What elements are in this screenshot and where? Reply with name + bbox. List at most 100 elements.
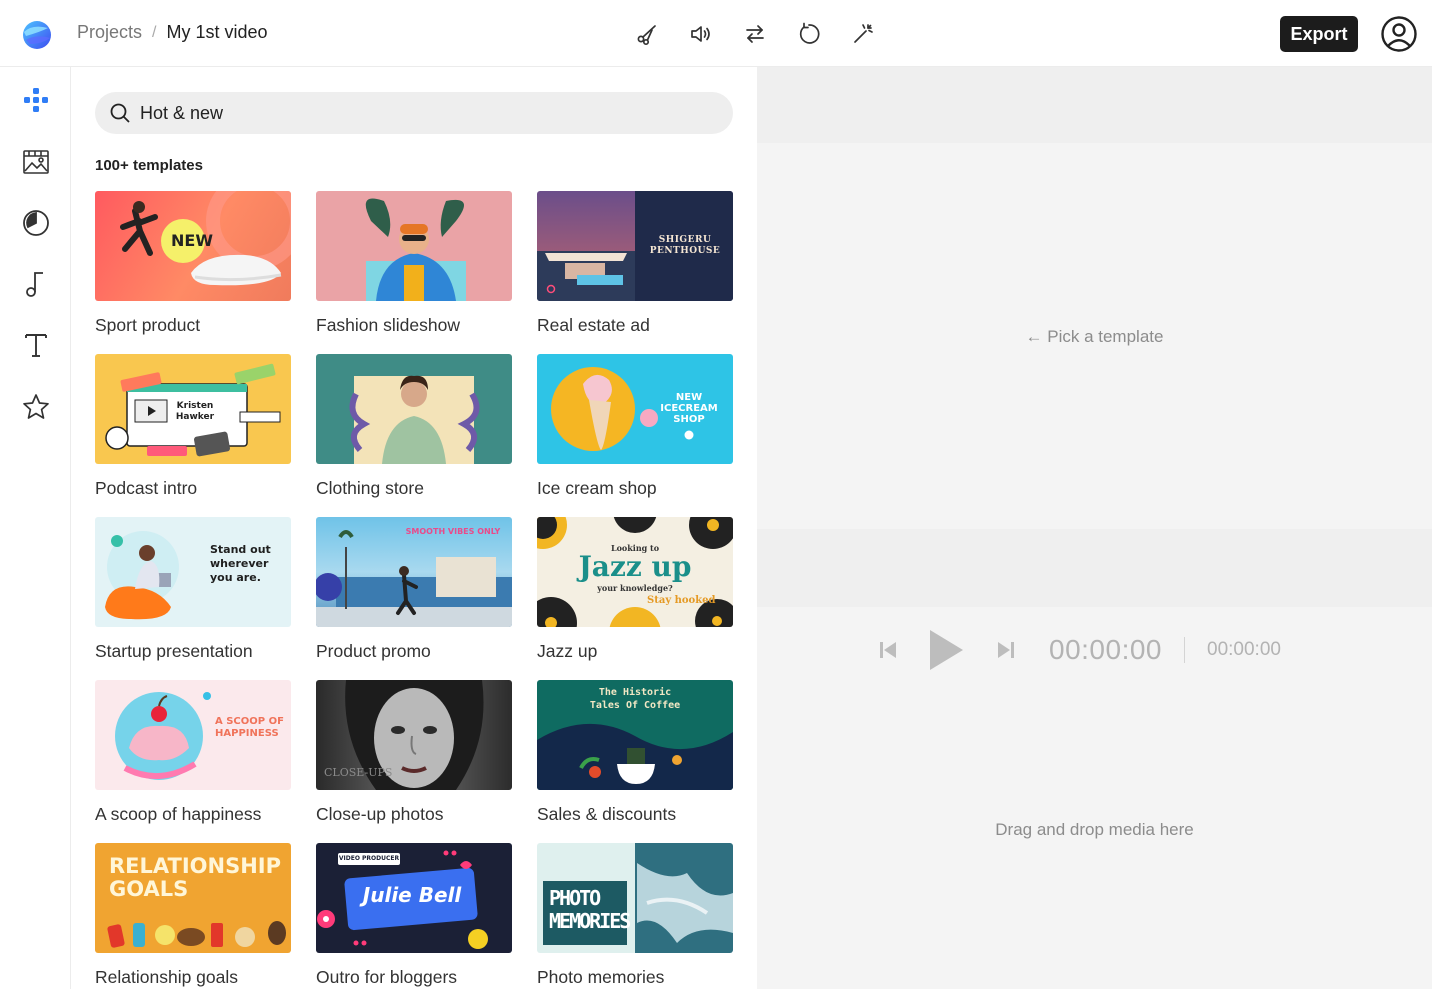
template-search[interactable] — [95, 92, 733, 134]
template-thumbnail: CLOSE-UPS — [316, 680, 512, 790]
play-button[interactable] — [927, 628, 965, 672]
skip-back-button[interactable] — [877, 639, 899, 661]
export-button[interactable]: Export — [1280, 16, 1358, 52]
template-card-scoop-of-happiness[interactable]: A SCOOP OF HAPPINESS A scoop of happines… — [95, 680, 291, 843]
template-card-product-promo[interactable]: SMOOTH VIBES ONLY Product promo — [316, 517, 512, 680]
stickers-icon — [23, 210, 49, 236]
fashion-artwork — [365, 198, 466, 301]
template-label: Real estate ad — [537, 315, 650, 335]
jazz-thumb-sub: your knowledge? — [597, 583, 673, 593]
volume-icon — [691, 26, 710, 42]
template-label: Fashion slideshow — [316, 315, 460, 335]
relationship-thumb-text: RELATIONSHIP GOALS — [109, 854, 281, 901]
realestate-thumb-text: SHIGERU PENTHOUSE — [649, 235, 721, 256]
template-card-startup-presentation[interactable]: Stand out wherever you are. Startup pres… — [95, 517, 291, 680]
skip-back-icon — [880, 642, 896, 658]
search-input[interactable] — [140, 102, 700, 124]
jazz-thumb-tag: Stay hooked — [647, 595, 716, 606]
magic-button[interactable] — [844, 16, 882, 52]
swap-icon — [746, 25, 764, 43]
edit-toolbar — [628, 16, 882, 52]
left-rail — [0, 67, 71, 989]
time-divider — [1184, 637, 1185, 663]
template-thumbnail — [316, 354, 512, 464]
skip-forward-button[interactable] — [995, 639, 1017, 661]
top-bar: Projects / My 1st video Export — [0, 0, 1432, 67]
template-thumbnail: NEW — [95, 191, 291, 301]
breadcrumb-separator: / — [152, 23, 157, 41]
template-thumbnail: VIDEO PRODUCER Julie Bell — [316, 843, 512, 953]
template-card-podcast-intro[interactable]: Kristen Hawker Podcast intro — [95, 354, 291, 517]
text-icon — [25, 334, 47, 357]
template-label: Sport product — [95, 315, 201, 335]
sales-thumb-text: The Historic Tales Of Coffee — [589, 687, 681, 711]
template-card-jazz-up[interactable]: Looking to Jazz up your knowledge? Stay … — [537, 517, 733, 680]
volume-button[interactable] — [682, 16, 720, 52]
rail-media[interactable] — [18, 144, 54, 180]
template-card-close-up-photos[interactable]: CLOSE-UPS Close-up photos — [316, 680, 512, 843]
project-title[interactable]: My 1st video — [166, 22, 267, 43]
template-thumbnail: Kristen Hawker — [95, 354, 291, 464]
product-thumb-text: SMOOTH VIBES ONLY — [405, 527, 501, 536]
video-editor-app: Projects / My 1st video Export Hot & new… — [0, 0, 1432, 989]
template-thumbnail: NEW ICECREAM SHOP — [537, 354, 733, 464]
template-card-fashion-slideshow[interactable]: Fashion slideshow — [316, 191, 512, 354]
app-logo-icon[interactable] — [18, 16, 54, 52]
rail-favorites[interactable] — [18, 389, 54, 425]
outro-thumb-name: Julie Bell — [362, 883, 462, 907]
pick-template-hint: ← Pick a template — [1025, 327, 1164, 346]
template-card-photo-memories[interactable]: PHOTO MEMORIES Photo memories — [537, 843, 733, 989]
skip-forward-icon — [998, 642, 1014, 658]
rotate-icon — [799, 22, 820, 44]
template-card-ice-cream-shop[interactable]: NEW ICECREAM SHOP Ice cream shop — [537, 354, 733, 517]
template-label: Sales & discounts — [537, 804, 677, 824]
total-time: 00:00:00 — [1207, 639, 1281, 660]
template-label: Jazz up — [537, 641, 598, 661]
preview-top-band — [757, 67, 1432, 143]
breadcrumb-projects-link[interactable]: Projects — [77, 22, 142, 43]
jazz-thumb-title: Jazz up — [578, 550, 692, 583]
template-thumbnail: PHOTO MEMORIES — [537, 843, 733, 953]
template-card-sales-discounts[interactable]: The Historic Tales Of Coffee Sales & dis… — [537, 680, 733, 843]
rail-templates[interactable] — [18, 82, 54, 118]
template-label: Ice cream shop — [537, 478, 657, 498]
template-label: Close-up photos — [316, 804, 444, 824]
preview-area: ← Pick a template 00:00:00 00:00:00 Drag… — [757, 67, 1432, 989]
template-label: A scoop of happiness — [95, 804, 262, 824]
rail-music[interactable] — [18, 266, 54, 302]
template-card-sport-product[interactable]: NEW Sport product — [95, 191, 291, 354]
template-label: Outro for bloggers — [316, 967, 458, 987]
scissors-icon — [637, 25, 656, 46]
icecream-thumb-text: NEW ICECREAM SHOP — [660, 392, 718, 425]
template-label: Relationship goals — [95, 967, 239, 987]
drop-media-hint: Drag and drop media here — [995, 820, 1194, 839]
template-panel: 100+ templates NEW Sport product — [71, 67, 757, 989]
swap-button[interactable] — [736, 16, 774, 52]
template-label: Clothing store — [316, 478, 424, 498]
template-thumbnail: Stand out wherever you are. — [95, 517, 291, 627]
current-time: 00:00:00 — [1049, 634, 1162, 665]
split-button[interactable] — [628, 16, 666, 52]
template-card-clothing-store[interactable]: Clothing store — [316, 354, 512, 517]
template-label: Photo memories — [537, 967, 665, 987]
play-icon — [930, 630, 963, 670]
template-grid: NEW Sport product Fashion slideshow SHIG… — [95, 191, 733, 989]
clothing-artwork — [349, 375, 480, 464]
breadcrumb: Projects / My 1st video — [77, 22, 268, 43]
template-thumbnail: Looking to Jazz up your knowledge? Stay … — [537, 517, 733, 627]
account-icon[interactable] — [1380, 15, 1418, 53]
template-thumbnail: The Historic Tales Of Coffee — [537, 680, 733, 790]
rail-text[interactable] — [18, 327, 54, 363]
media-icon — [23, 150, 49, 174]
closeup-thumb-text: CLOSE-UPS — [324, 766, 393, 779]
rail-stickers[interactable] — [18, 205, 54, 241]
template-card-outro-for-bloggers[interactable]: VIDEO PRODUCER Julie Bell Outro for blog… — [316, 843, 512, 989]
template-label: Product promo — [316, 641, 431, 661]
player-controls: 00:00:00 00:00:00 — [877, 627, 1281, 673]
rotate-button[interactable] — [790, 16, 828, 52]
magic-wand-icon — [854, 24, 873, 43]
template-card-real-estate-ad[interactable]: SHIGERU PENTHOUSE Real estate ad — [537, 191, 733, 354]
outro-thumb-tag: VIDEO PRODUCER — [338, 855, 400, 862]
favorites-icon — [23, 394, 49, 419]
template-card-relationship-goals[interactable]: RELATIONSHIP GOALS Relationship goals — [95, 843, 291, 989]
